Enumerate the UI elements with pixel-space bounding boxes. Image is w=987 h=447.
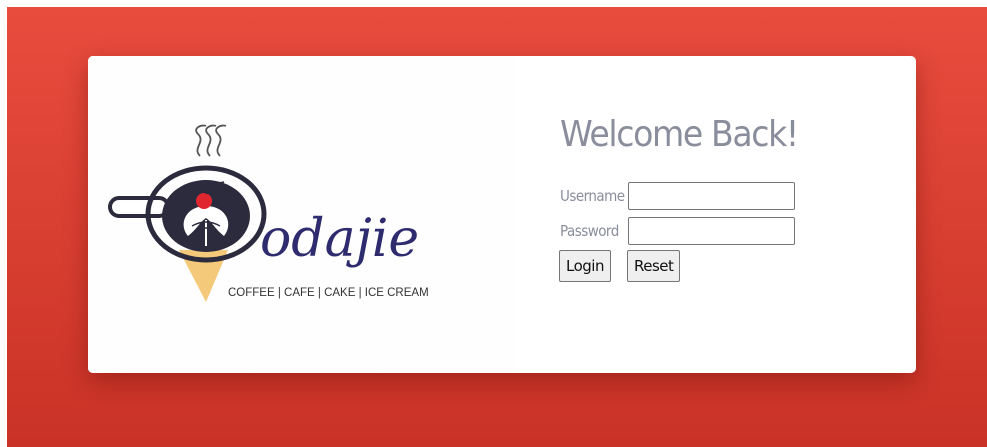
login-button[interactable]: Login	[559, 250, 611, 282]
welcome-heading: Welcome Back!	[560, 114, 799, 155]
login-card: odajie COFFEE | CAFE | CAKE | ICE CREAM …	[88, 56, 916, 373]
brand-wordmark: odajie	[260, 209, 419, 269]
password-label: Password	[560, 222, 619, 240]
page-background: odajie COFFEE | CAFE | CAKE | ICE CREAM …	[7, 7, 987, 447]
steam-icon	[195, 124, 207, 157]
reset-button[interactable]: Reset	[627, 250, 680, 282]
password-row: Password	[560, 215, 795, 247]
username-input[interactable]	[628, 182, 795, 210]
username-label: Username	[560, 187, 625, 205]
brand-logo: odajie COFFEE | CAFE | CAKE | ICE CREAM	[108, 124, 429, 302]
cherry-icon	[196, 193, 212, 209]
login-form: Welcome Back! Username Password Login Re…	[558, 56, 898, 373]
brand-logo-panel: odajie COFFEE | CAFE | CAKE | ICE CREAM	[88, 56, 516, 373]
password-input[interactable]	[628, 217, 795, 245]
brand-tagline: COFFEE | CAFE | CAKE | ICE CREAM	[228, 287, 429, 299]
username-row: Username	[560, 180, 795, 212]
